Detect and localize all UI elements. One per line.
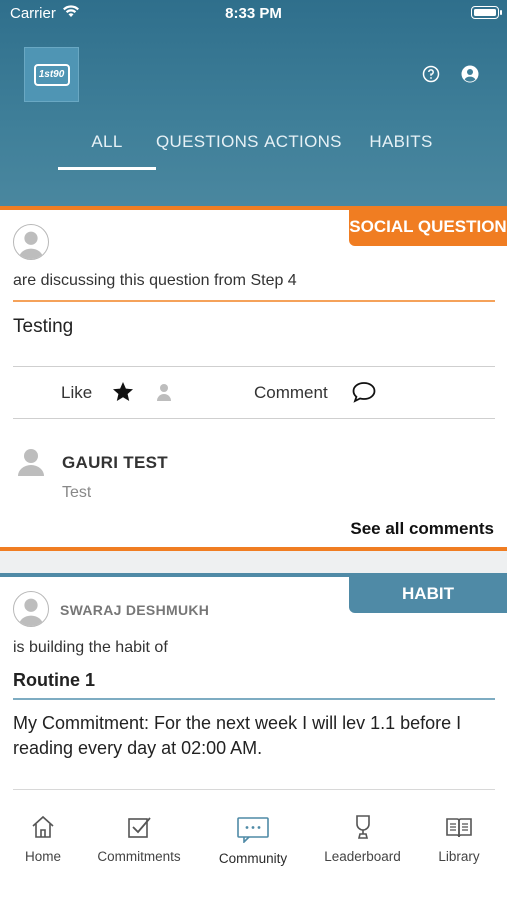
tab-questions[interactable]: QUESTIONS — [156, 130, 259, 170]
trophy-icon — [355, 815, 370, 839]
tab-all[interactable]: ALL — [58, 130, 156, 170]
app-header: Carrier 8:33 PM 1st90 ALL QUESTIONS ACTI… — [0, 0, 507, 206]
question-text: Testing — [13, 316, 74, 337]
divider — [13, 789, 495, 790]
user-icon — [157, 384, 171, 401]
home-icon — [32, 815, 54, 838]
habit-badge: HABIT — [349, 575, 507, 613]
action-row: Like Comment — [13, 368, 495, 418]
tab-habits[interactable]: HABITS — [352, 130, 450, 170]
clock: 8:33 PM — [225, 5, 282, 22]
tab-library[interactable]: Library — [432, 813, 486, 864]
tab-leaderboard[interactable]: Leaderboard — [315, 813, 410, 864]
see-all-comments-link[interactable]: See all comments — [350, 519, 494, 539]
bottom-tab-bar: Home Commitments Community Leaderboard L… — [0, 803, 507, 900]
divider — [13, 366, 495, 367]
logo-text: 1st90 — [33, 63, 70, 86]
divider — [13, 418, 495, 419]
user-placeholder-icon — [18, 598, 44, 626]
commitment-text: My Commitment: For the next week I will … — [13, 713, 462, 758]
social-question-card[interactable]: SOCIAL QUESTION are discussing this ques… — [0, 206, 507, 551]
poster-name[interactable]: SWARAJ DESHMUKH — [60, 602, 209, 618]
tab-commitments-label: Commitments — [97, 849, 181, 864]
tab-home-label: Home — [24, 849, 61, 864]
comment-label[interactable]: Comment — [254, 383, 328, 403]
tab-library-label: Library — [438, 849, 480, 864]
book-icon — [446, 818, 472, 838]
question-subtitle: are discussing this question from Step 4 — [13, 272, 297, 289]
checkbox-icon — [128, 817, 151, 838]
like-label[interactable]: Like — [61, 383, 92, 403]
tab-leaderboard-label: Leaderboard — [324, 849, 401, 864]
help-icon[interactable] — [422, 65, 440, 83]
user-placeholder-icon — [18, 231, 44, 259]
divider — [13, 698, 495, 700]
comment-icon[interactable] — [351, 380, 377, 404]
filter-tabs: ALL QUESTIONS ACTIONS HABITS — [0, 130, 507, 170]
commenter-avatar-icon — [18, 449, 44, 476]
app-logo: 1st90 — [24, 47, 79, 102]
tab-commitments[interactable]: Commitments — [88, 813, 190, 864]
battery-icon — [471, 6, 502, 19]
chat-bubbles-icon — [237, 817, 269, 843]
avatar[interactable] — [13, 224, 49, 260]
profile-icon[interactable] — [461, 65, 479, 83]
status-bar: Carrier 8:33 PM — [0, 0, 507, 28]
tab-community[interactable]: Community — [210, 813, 296, 866]
tab-home[interactable]: Home — [18, 813, 68, 864]
avatar[interactable] — [13, 591, 49, 627]
habit-card[interactable]: HABIT SWARAJ DESHMUKH is building the ha… — [0, 573, 507, 803]
comment-text: Test — [62, 484, 92, 498]
commenter-name: GAURI TEST — [62, 453, 168, 472]
habit-subtitle: is building the habit of — [13, 639, 168, 656]
tab-actions[interactable]: ACTIONS — [254, 130, 352, 170]
divider — [13, 300, 495, 302]
social-question-badge: SOCIAL QUESTION — [349, 208, 507, 246]
habit-title: Routine 1 — [13, 670, 96, 690]
star-icon[interactable] — [111, 380, 135, 404]
tab-community-label: Community — [218, 851, 288, 866]
